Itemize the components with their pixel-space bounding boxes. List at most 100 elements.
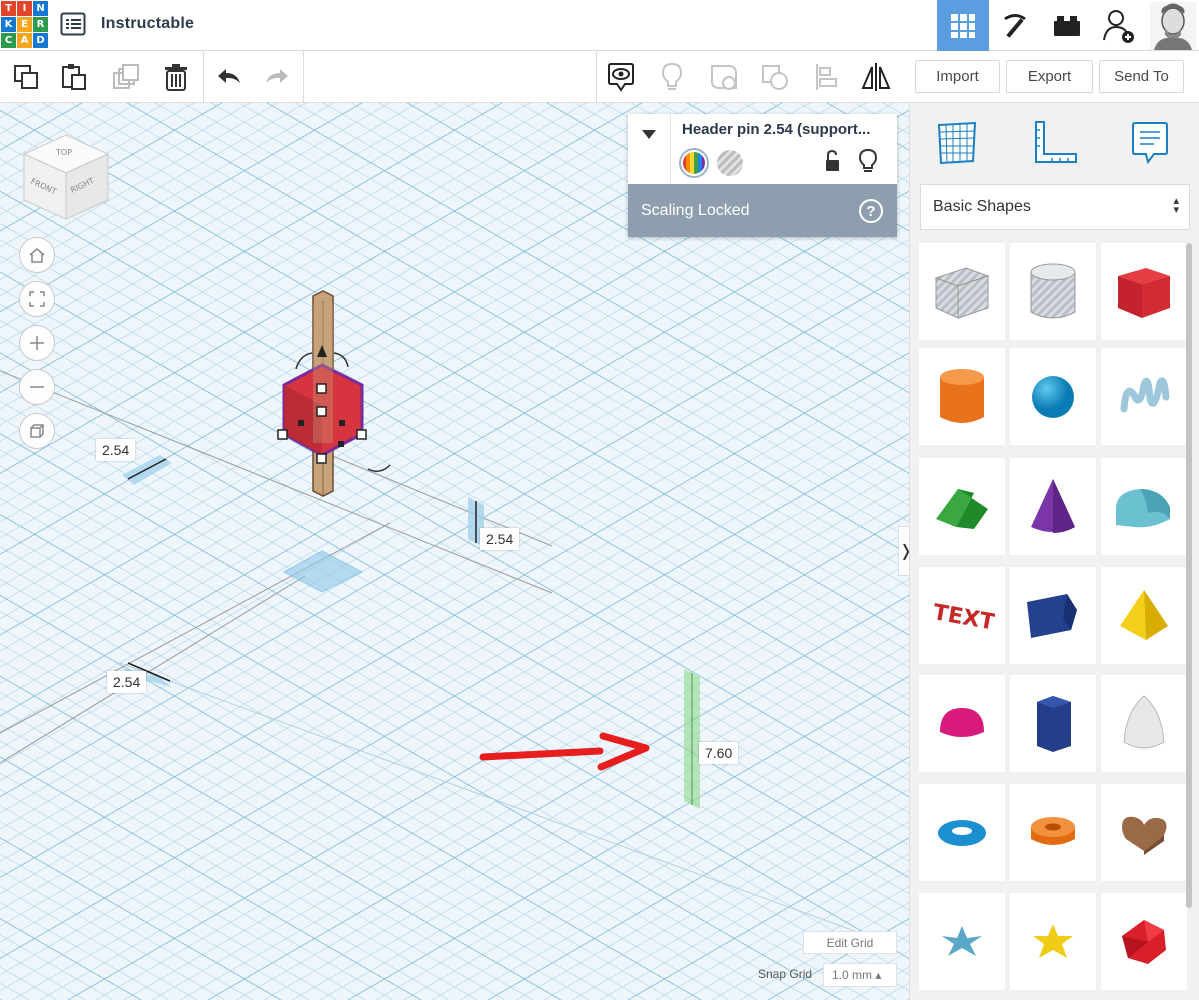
guide-line	[0, 522, 391, 734]
shape-cylinder[interactable]	[919, 348, 1005, 445]
dimension-label[interactable]: 2.54	[107, 671, 147, 693]
pickaxe-icon[interactable]	[989, 0, 1041, 51]
shape-cone[interactable]	[1010, 458, 1096, 555]
delete-icon[interactable]	[152, 51, 200, 103]
chevron-down-icon[interactable]	[628, 114, 671, 184]
snap-grid-select[interactable]: 1.0 mm ▴	[823, 963, 897, 987]
notes-icon[interactable]	[1120, 113, 1180, 173]
shape-sphere[interactable]	[1010, 348, 1096, 445]
group-icon	[700, 51, 748, 103]
lightbulb-icon[interactable]	[858, 148, 878, 174]
scaling-locked-bar: Scaling Locked ?	[628, 184, 897, 237]
logo-letter: I	[17, 1, 32, 16]
guide-line	[119, 662, 861, 934]
shape-inspector: Header pin 2.54 (support... Scaling Lock…	[628, 114, 897, 237]
shape-roof[interactable]	[919, 458, 1005, 555]
logo-letter: A	[17, 33, 32, 48]
scene-canvas[interactable]	[0, 103, 909, 1000]
panel-collapse-toggle[interactable]: ❭	[898, 526, 909, 576]
copy-icon[interactable]	[2, 51, 50, 103]
shape-star-solid[interactable]	[1010, 893, 1096, 990]
solid-color-icon[interactable]	[679, 148, 709, 178]
shape-round-roof[interactable]	[1101, 458, 1187, 555]
shape-box[interactable]	[1101, 243, 1187, 340]
guide-line	[0, 575, 306, 764]
logo-letter: K	[1, 17, 16, 32]
workplane[interactable]: 2.54 2.54 2.54 7.60 TOP FRONT RIGHT Edit…	[0, 103, 909, 1000]
add-user-icon[interactable]	[1093, 0, 1145, 51]
3d-view-grid-icon[interactable]	[937, 0, 989, 51]
shapes-panel: Basic Shapes ▴ ▾ TEXT	[909, 103, 1199, 1000]
fit-view-icon[interactable]	[19, 281, 55, 317]
hole-icon[interactable]	[717, 150, 743, 176]
redo-icon	[253, 51, 301, 103]
shape-wedge-prism[interactable]	[1010, 567, 1096, 664]
align-icon	[802, 51, 850, 103]
paste-icon[interactable]	[50, 51, 98, 103]
shape-tube[interactable]	[1010, 784, 1096, 881]
shape-box-hole[interactable]	[919, 243, 1005, 340]
top-bar: T I N K E R C A D Instructable	[0, 0, 1199, 51]
guide-line	[0, 370, 553, 594]
export-button[interactable]: Export	[1006, 60, 1093, 93]
shape-heart[interactable]	[1101, 784, 1187, 881]
shape-footprint	[282, 550, 364, 593]
toolbar-divider	[203, 51, 204, 103]
edit-toolbar	[0, 51, 909, 103]
dimension-label[interactable]: 2.54	[96, 439, 136, 461]
unlock-icon[interactable]	[823, 149, 843, 173]
help-icon[interactable]: ?	[859, 199, 883, 223]
toolbar-divider	[303, 51, 304, 103]
shape-star[interactable]	[919, 893, 1005, 990]
brick-icon[interactable]	[1041, 0, 1093, 51]
height-label[interactable]: 7.60	[699, 742, 739, 764]
file-toolbar: Import Export Send To	[909, 51, 1199, 103]
logo-letter: E	[17, 17, 32, 32]
dimension-label[interactable]: 2.54	[480, 528, 520, 550]
select-arrows-icon: ▴ ▾	[1173, 195, 1179, 216]
svg-text:TEXT: TEXT	[931, 600, 995, 635]
project-title[interactable]: Instructable	[101, 15, 194, 33]
shape-scribble[interactable]	[1101, 348, 1187, 445]
send-to-button[interactable]: Send To	[1099, 60, 1184, 93]
shape-library-select[interactable]: Basic Shapes ▴ ▾	[920, 184, 1190, 230]
shape-half-sphere[interactable]	[919, 675, 1005, 772]
shape-name[interactable]: Header pin 2.54 (support...	[682, 121, 890, 138]
shape-text[interactable]: TEXT	[919, 567, 1005, 664]
ruler-icon[interactable]	[1025, 113, 1085, 173]
mirror-icon[interactable]	[852, 51, 900, 103]
user-avatar[interactable]	[1147, 0, 1199, 51]
logo-letter: R	[33, 17, 48, 32]
rotate-handle	[295, 352, 313, 370]
ortho-view-icon[interactable]	[19, 413, 55, 449]
shape-torus[interactable]	[919, 784, 1005, 881]
snap-grid-label: Snap Grid	[758, 967, 813, 981]
lightbulb-icon	[648, 51, 696, 103]
rotate-handle	[367, 464, 391, 472]
shape-paraboloid[interactable]	[1101, 675, 1187, 772]
workplane-icon[interactable]	[927, 113, 987, 173]
import-button[interactable]: Import	[915, 60, 1000, 93]
view-cube-top: TOP	[55, 148, 72, 157]
annotation-arrowhead	[597, 732, 650, 771]
zoom-in-icon[interactable]	[19, 325, 55, 361]
undo-icon[interactable]	[205, 51, 253, 103]
logo-letter: T	[1, 1, 16, 16]
logo-letter: C	[1, 33, 16, 48]
edit-grid-button[interactable]: Edit Grid	[803, 931, 897, 954]
view-cube[interactable]: TOP FRONT RIGHT	[20, 133, 112, 223]
annotation-arrow	[479, 747, 604, 761]
logo-letter: N	[33, 1, 48, 16]
shape-icosahedron[interactable]	[1101, 893, 1187, 990]
shape-polygon[interactable]	[1010, 675, 1096, 772]
ungroup-icon	[751, 51, 799, 103]
shapes-scrollbar[interactable]	[1186, 243, 1192, 908]
rotate-handle	[333, 352, 349, 368]
zoom-out-icon[interactable]	[19, 369, 55, 405]
home-view-icon[interactable]	[19, 237, 55, 273]
notes-eye-icon[interactable]	[597, 51, 645, 103]
tinkercad-logo[interactable]: T I N K E R C A D	[0, 0, 48, 48]
design-list-icon[interactable]	[60, 12, 86, 36]
shape-cylinder-hole[interactable]	[1010, 243, 1096, 340]
shape-pyramid[interactable]	[1101, 567, 1187, 664]
